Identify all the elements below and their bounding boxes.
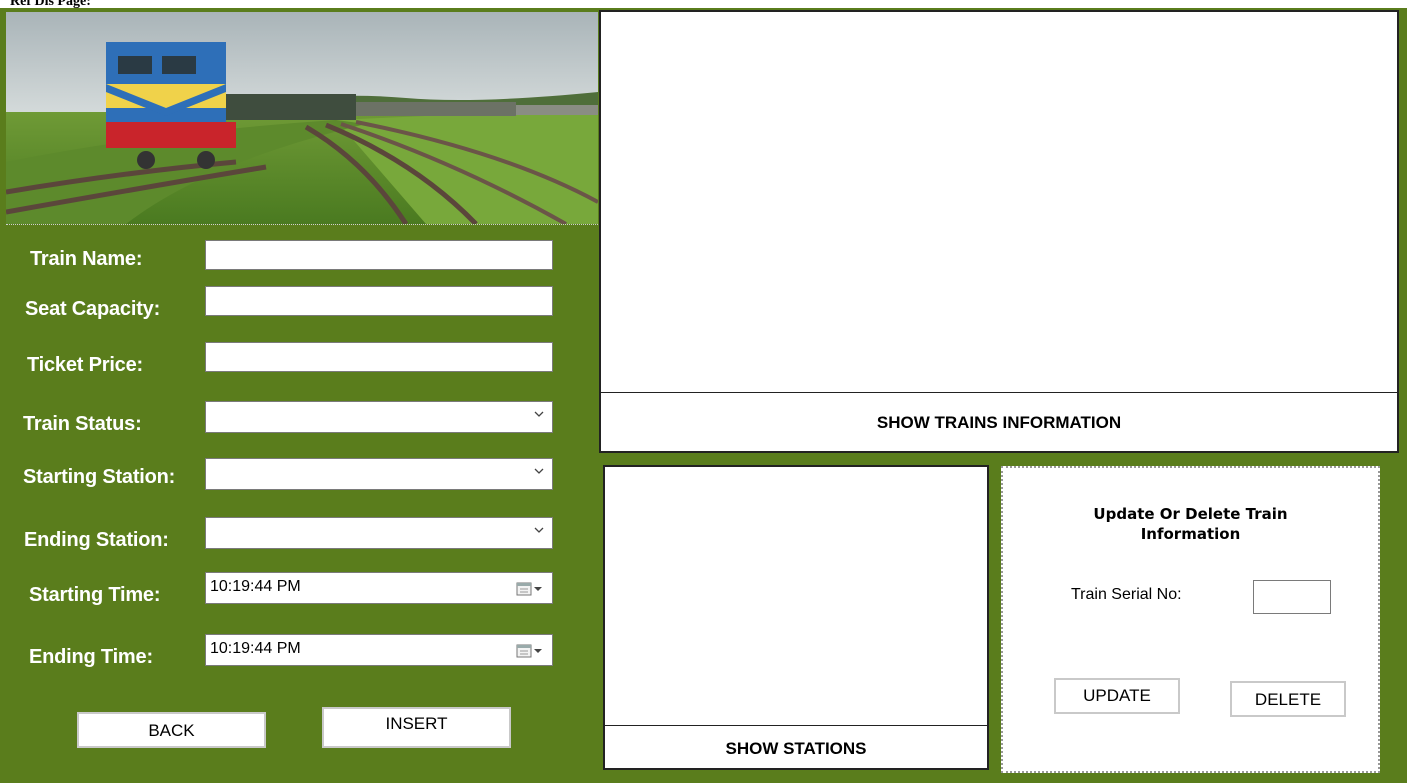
delete-button[interactable]: DELETE (1230, 681, 1346, 717)
starting-time-label: Starting Time: (29, 584, 161, 606)
train-status-label: Train Status: (23, 413, 142, 435)
ending-time-label: Ending Time: (29, 646, 153, 668)
ticket-price-input[interactable] (205, 342, 553, 372)
seat-capacity-label: Seat Capacity: (25, 298, 161, 320)
back-button[interactable]: BACK (77, 712, 266, 748)
ending-time-value: 10:19:44 PM (210, 640, 301, 657)
chevron-down-icon (534, 411, 544, 417)
chevron-down-icon (534, 527, 544, 533)
train-name-label: Train Name: (30, 248, 143, 270)
stations-grid[interactable] (605, 467, 987, 725)
insert-button[interactable]: INSERT (322, 707, 511, 748)
update-button[interactable]: UPDATE (1054, 678, 1180, 714)
train-serial-input[interactable] (1253, 580, 1331, 614)
train-hero-image (6, 12, 598, 225)
chevron-down-icon (534, 468, 544, 474)
trains-info-panel: SHOW TRAINS INFORMATION (599, 10, 1399, 453)
stations-panel: SHOW STATIONS (603, 465, 989, 770)
starting-station-label: Starting Station: (23, 466, 176, 488)
starting-time-picker[interactable]: 10:19:44 PM (205, 572, 553, 604)
ending-time-picker[interactable]: 10:19:44 PM (205, 634, 553, 666)
calendar-icon[interactable] (516, 581, 544, 597)
ending-station-select[interactable] (205, 517, 553, 549)
update-panel-title: Update Or Delete Train Information (1093, 505, 1288, 543)
window-top-strip (0, 0, 1407, 8)
calendar-icon[interactable] (516, 643, 544, 659)
show-trains-button[interactable]: SHOW TRAINS INFORMATION (601, 392, 1397, 451)
ending-station-label: Ending Station: (24, 529, 169, 551)
update-delete-panel: Update Or Delete Train Information Train… (1001, 466, 1380, 773)
train-name-input[interactable] (205, 240, 553, 270)
train-status-select[interactable] (205, 401, 553, 433)
train-serial-label: Train Serial No: (1071, 586, 1182, 603)
starting-station-select[interactable] (205, 458, 553, 490)
show-stations-button[interactable]: SHOW STATIONS (605, 725, 987, 768)
seat-capacity-input[interactable] (205, 286, 553, 316)
ticket-price-label: Ticket Price: (27, 354, 143, 376)
trains-grid[interactable] (601, 12, 1397, 392)
starting-time-value: 10:19:44 PM (210, 578, 301, 595)
